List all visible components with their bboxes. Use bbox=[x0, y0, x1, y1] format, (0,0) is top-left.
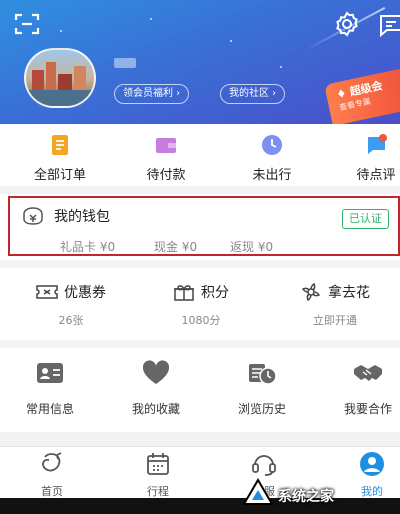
clock-icon bbox=[262, 135, 282, 155]
coupon-count: 26张 bbox=[58, 314, 84, 327]
history-button[interactable]: 浏览历史 bbox=[212, 360, 312, 417]
favorites-button[interactable]: 我的收藏 bbox=[106, 360, 206, 417]
assets-row: 优惠券 26张 积分 1080分 拿去花 立即开通 bbox=[0, 268, 400, 340]
username-blurred bbox=[114, 58, 136, 68]
avatar[interactable] bbox=[24, 48, 96, 108]
tool-label: 常用信息 bbox=[25, 402, 74, 416]
points-item[interactable]: 积分 1080分 bbox=[136, 282, 266, 328]
credit-item[interactable]: 拿去花 立即开通 bbox=[270, 282, 400, 328]
tab-label: 首页 bbox=[41, 485, 63, 498]
calendar-icon bbox=[147, 453, 169, 475]
cooperation-button[interactable]: 我要合作 bbox=[318, 360, 400, 417]
coupons-item[interactable]: 优惠券 26张 bbox=[6, 282, 136, 328]
cashback-balance: 返现 ¥0 bbox=[230, 240, 274, 254]
tools-row: 常用信息 我的收藏 浏览历史 我要合作 bbox=[0, 348, 400, 432]
tab-home[interactable]: 首页 bbox=[12, 451, 92, 499]
id-card-icon bbox=[37, 363, 63, 383]
gift-icon bbox=[174, 285, 194, 301]
tab-trips[interactable]: 行程 bbox=[118, 451, 198, 499]
tool-label: 浏览历史 bbox=[237, 402, 286, 416]
not-travelled-button[interactable]: 未出行 bbox=[232, 134, 312, 183]
order-label: 未出行 bbox=[252, 168, 292, 183]
super-member-banner[interactable]: ♦ 超级会 查看专属 bbox=[324, 68, 400, 124]
handshake-icon bbox=[354, 365, 382, 381]
gift-card-balance: 礼品卡 ¥0 bbox=[60, 240, 116, 254]
my-community-button[interactable]: 我的社区 › bbox=[220, 84, 286, 104]
scan-icon[interactable] bbox=[14, 12, 40, 36]
order-label: 待点评 bbox=[356, 168, 396, 183]
list-icon bbox=[52, 135, 68, 155]
history-icon bbox=[249, 364, 277, 385]
gear-icon[interactable] bbox=[334, 11, 360, 37]
profile-header: 领会员福利 › 我的社区 › ♦ 超级会 查看专属 bbox=[0, 0, 400, 124]
wallet-title: 我的钱包 bbox=[54, 209, 110, 225]
points-value: 1080分 bbox=[181, 314, 221, 327]
watermark-text: 系统之家 bbox=[278, 489, 334, 505]
order-label: 待付款 bbox=[146, 168, 186, 183]
message-icon[interactable] bbox=[378, 13, 400, 37]
order-label: 全部订单 bbox=[33, 168, 86, 183]
points-label: 积分 bbox=[201, 285, 229, 301]
wallet-card-icon bbox=[156, 138, 176, 153]
watermark-logo-icon bbox=[242, 478, 274, 505]
wallet-icon bbox=[23, 207, 43, 225]
comment-icon bbox=[367, 134, 387, 154]
tool-label: 我的收藏 bbox=[131, 402, 180, 416]
site-watermark: 系统之家 bbox=[238, 474, 400, 514]
coupon-label: 优惠券 bbox=[64, 285, 106, 301]
pending-payment-button[interactable]: 待付款 bbox=[126, 134, 206, 183]
credit-label: 拿去花 bbox=[328, 285, 370, 301]
pending-review-button[interactable]: 待点评 bbox=[336, 134, 400, 183]
order-shortcuts: 全部订单 待付款 未出行 待点评 bbox=[0, 124, 400, 186]
home-icon bbox=[42, 452, 62, 472]
tab-label: 行程 bbox=[147, 485, 169, 498]
tool-label: 我要合作 bbox=[343, 402, 392, 416]
all-orders-button[interactable]: 全部订单 bbox=[20, 134, 100, 183]
credit-status: 立即开通 bbox=[313, 314, 357, 327]
coupon-icon bbox=[36, 285, 58, 299]
certified-badge: 已认证 bbox=[342, 209, 389, 229]
cash-balance: 现金 ¥0 bbox=[154, 240, 198, 254]
flower-icon bbox=[301, 283, 321, 301]
common-info-button[interactable]: 常用信息 bbox=[0, 360, 100, 417]
member-benefits-button[interactable]: 领会员福利 › bbox=[114, 84, 190, 104]
heart-icon bbox=[142, 360, 170, 384]
